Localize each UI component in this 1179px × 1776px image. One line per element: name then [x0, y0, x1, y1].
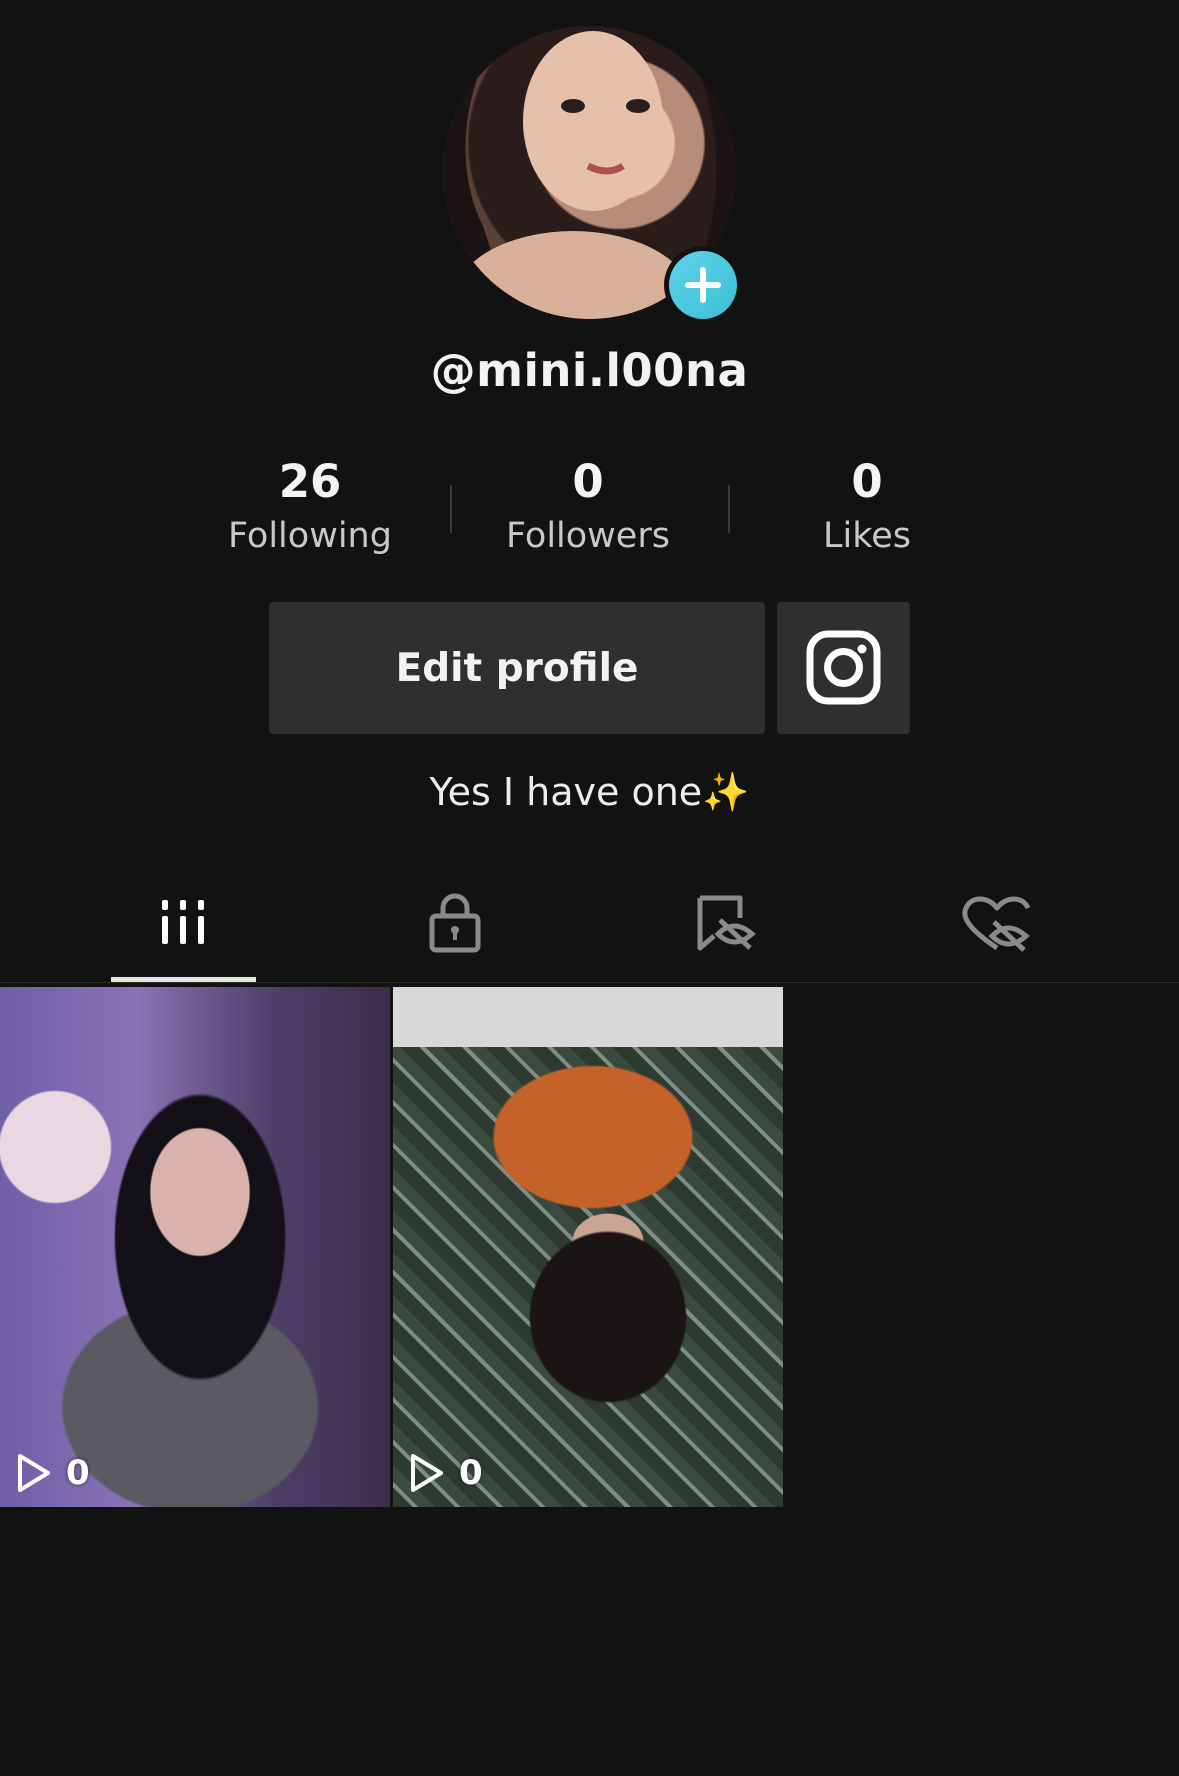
play-icon	[411, 1454, 443, 1492]
grid-icon	[162, 900, 204, 944]
stat-divider	[450, 485, 452, 533]
likes-count: 0	[851, 455, 883, 508]
video-thumbnail[interactable]: 0	[0, 987, 390, 1507]
bio: Yes I have one✨	[0, 770, 1179, 815]
stat-divider	[728, 485, 730, 533]
view-count: 0	[409, 1453, 483, 1493]
bio-text: Yes I have one	[429, 770, 703, 814]
followers-count: 0	[572, 455, 604, 508]
stat-following[interactable]: 26 Following	[190, 456, 430, 558]
liked-hidden-icon	[962, 896, 1031, 952]
edit-profile-button[interactable]: Edit profile	[269, 602, 765, 734]
followers-label: Followers	[506, 516, 670, 556]
likes-label: Likes	[822, 516, 911, 556]
tab-saved[interactable]	[680, 888, 770, 958]
play-icon	[18, 1454, 50, 1492]
tab-private[interactable]	[410, 888, 500, 958]
stat-followers[interactable]: 0 Followers	[468, 456, 708, 558]
lock-icon	[429, 893, 481, 953]
tab-divider	[0, 982, 1179, 983]
view-count-value: 0	[459, 1453, 483, 1493]
username: @mini.l00na	[430, 344, 749, 397]
instagram-icon	[806, 630, 881, 705]
instagram-button[interactable]	[777, 602, 910, 734]
video-thumbnail[interactable]: 0	[393, 987, 783, 1507]
sparkles-emoji: ✨	[702, 770, 750, 814]
following-count: 26	[278, 455, 342, 508]
view-count-value: 0	[66, 1453, 90, 1493]
saved-hidden-icon	[697, 895, 756, 951]
plus-icon	[685, 267, 721, 303]
tab-liked[interactable]	[952, 888, 1042, 958]
stat-likes[interactable]: 0 Likes	[747, 456, 987, 558]
following-label: Following	[228, 516, 392, 556]
add-avatar-button[interactable]	[664, 246, 742, 324]
tab-videos[interactable]	[138, 888, 228, 958]
view-count: 0	[16, 1453, 90, 1493]
